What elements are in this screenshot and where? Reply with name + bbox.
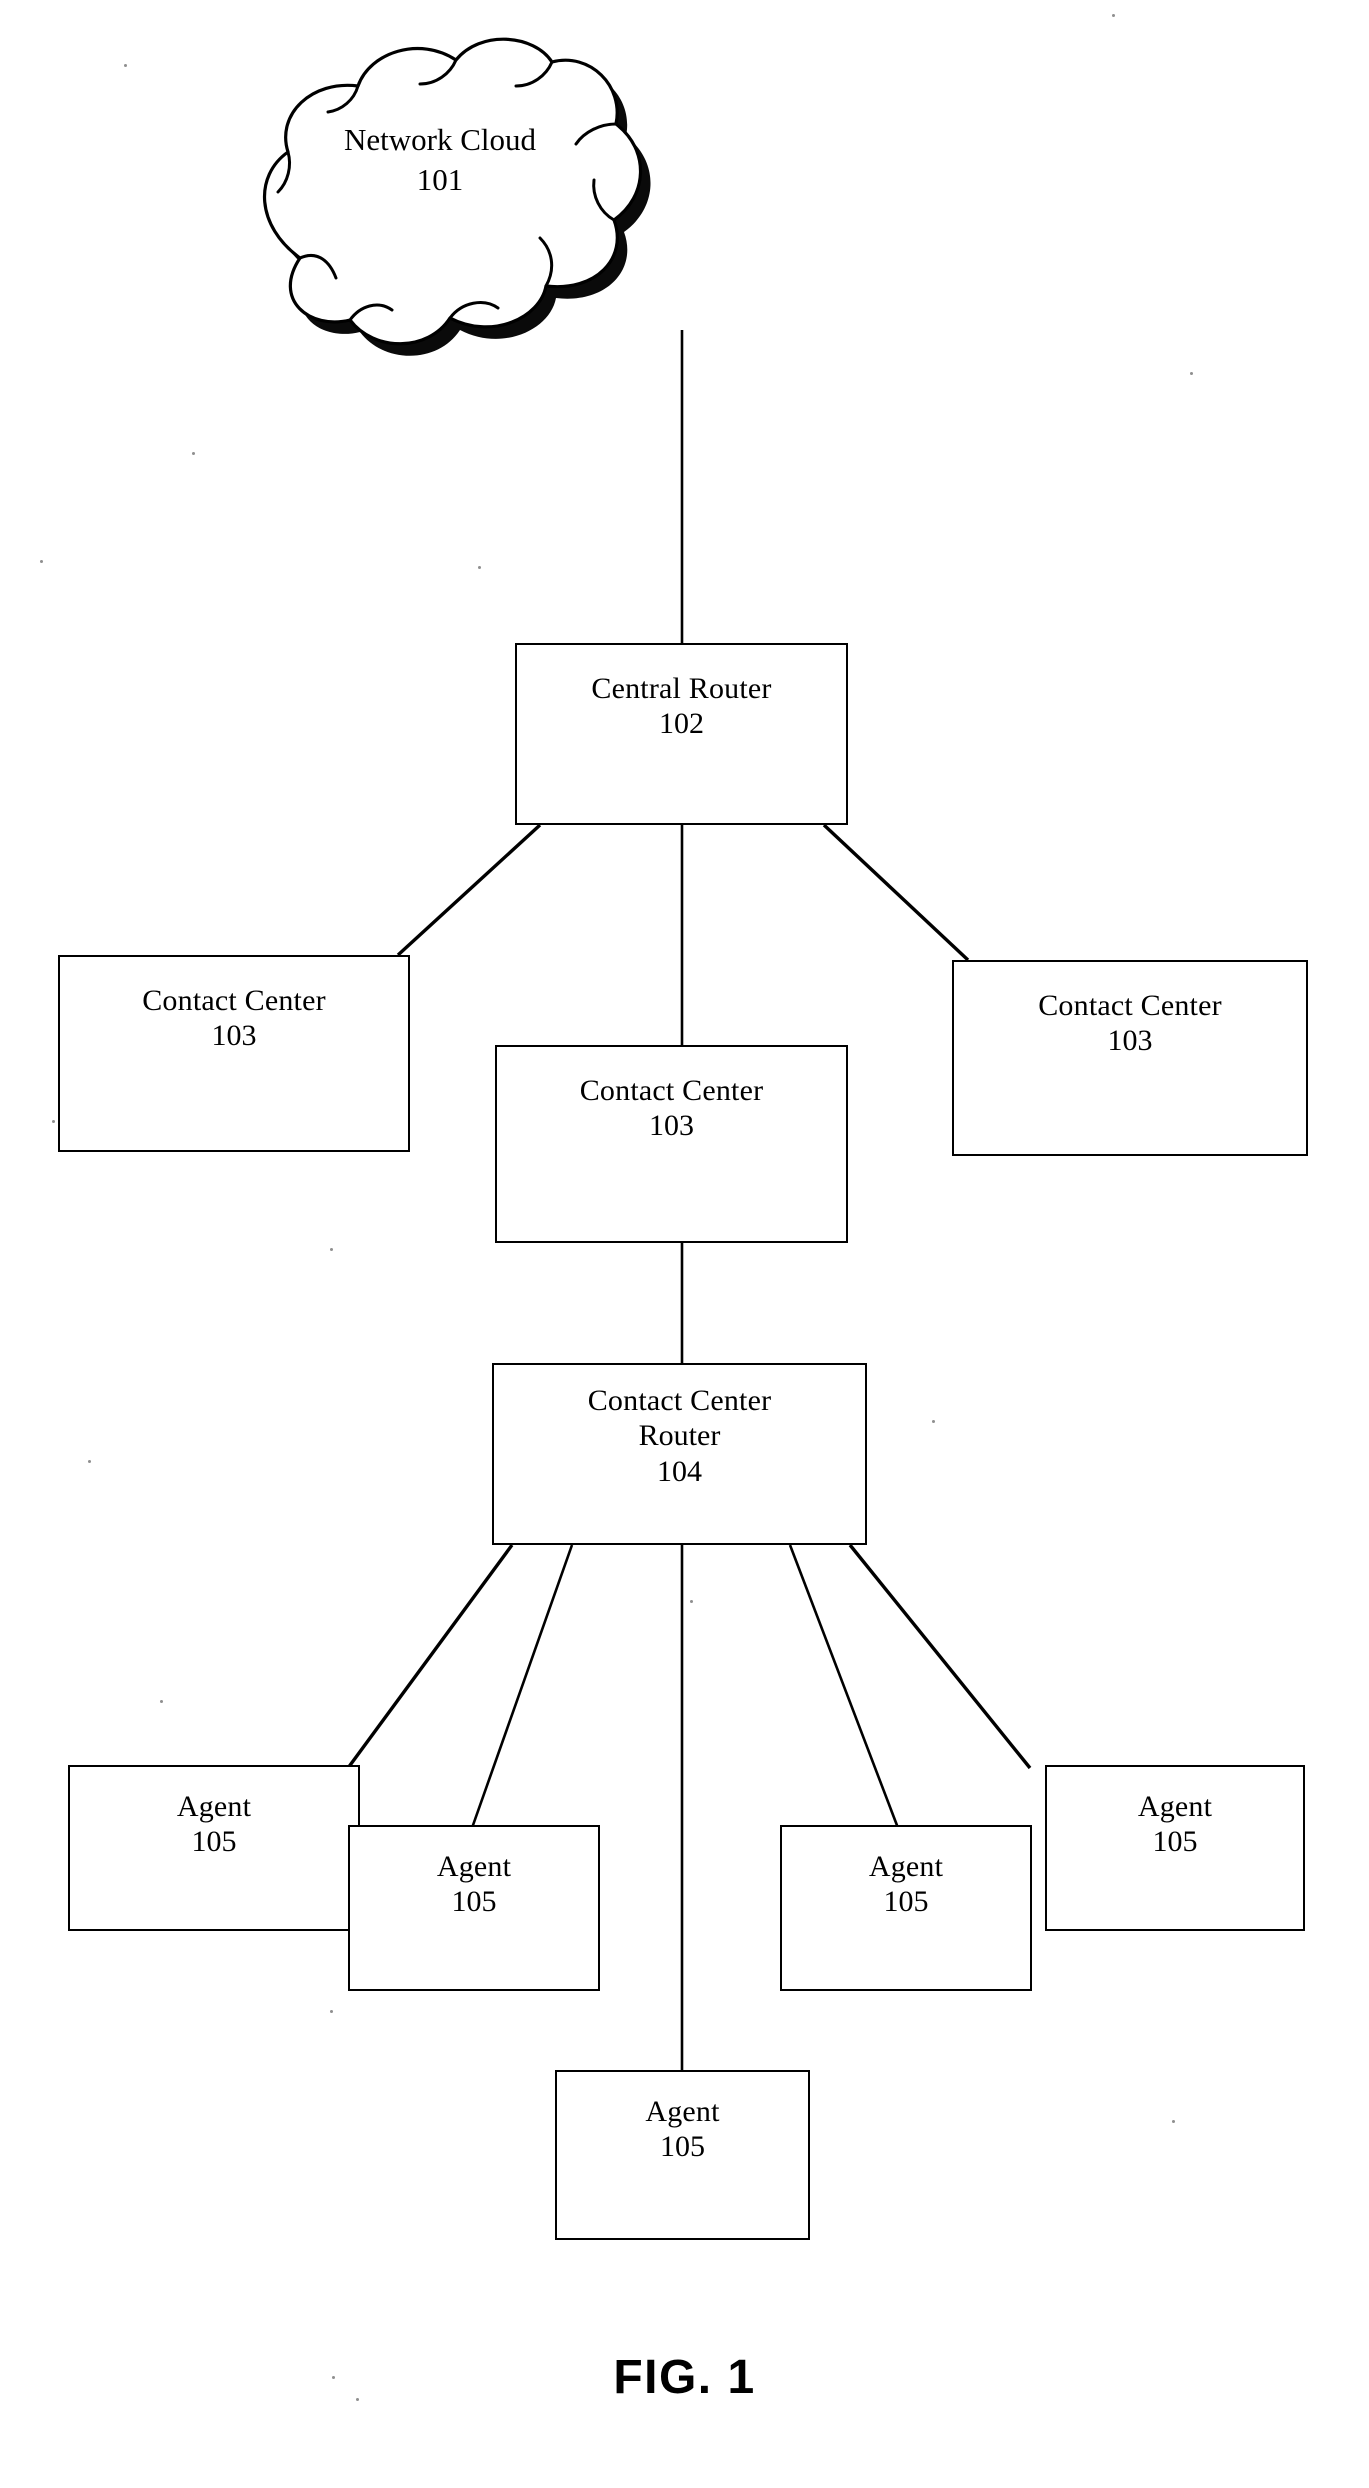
network-cloud-label: Network Cloud 101 bbox=[225, 120, 655, 201]
agent-5-title: Agent bbox=[645, 2095, 720, 2128]
central-router-title: Central Router bbox=[591, 672, 772, 705]
agent-1-ref: 105 bbox=[191, 1825, 237, 1859]
scan-speck bbox=[160, 1700, 163, 1703]
agent-1-title: Agent bbox=[176, 1790, 252, 1823]
node-contact-center-right[interactable]: Contact Center 103 bbox=[952, 960, 1308, 1156]
node-agent-5[interactable]: Agent 105 bbox=[555, 2070, 810, 2240]
node-contact-center-middle[interactable]: Contact Center 103 bbox=[495, 1045, 848, 1243]
scan-speck bbox=[330, 1248, 333, 1251]
link-central-router-to-contact-center-right bbox=[822, 823, 970, 962]
agent-5-ref: 105 bbox=[660, 2130, 705, 2164]
contact-center-left-ref: 103 bbox=[211, 1019, 257, 1053]
central-router-ref: 102 bbox=[659, 707, 704, 741]
node-contact-center-router[interactable]: Contact Center Router 104 bbox=[492, 1363, 867, 1545]
scan-speck bbox=[478, 566, 481, 569]
scan-speck bbox=[1190, 372, 1193, 375]
contact-center-router-ref: 104 bbox=[657, 1454, 702, 1488]
scan-speck bbox=[124, 64, 127, 67]
scan-speck bbox=[192, 452, 195, 455]
contact-center-right-title: Contact Center bbox=[1038, 989, 1222, 1022]
node-agent-1[interactable]: Agent 105 bbox=[68, 1765, 360, 1931]
scan-speck bbox=[88, 1460, 91, 1463]
node-agent-2[interactable]: Agent 105 bbox=[348, 1825, 600, 1991]
node-agent-4[interactable]: Agent 105 bbox=[1045, 1765, 1305, 1931]
agent-3-title: Agent bbox=[868, 1850, 944, 1883]
node-central-router[interactable]: Central Router 102 bbox=[515, 643, 848, 825]
network-cloud-title: Network Cloud bbox=[343, 122, 536, 157]
contact-center-left-title: Contact Center bbox=[142, 984, 326, 1017]
contact-center-middle-ref: 103 bbox=[649, 1109, 694, 1143]
agent-2-ref: 105 bbox=[451, 1885, 497, 1919]
scan-speck bbox=[1112, 14, 1115, 17]
agent-3-ref: 105 bbox=[883, 1885, 929, 1919]
contact-center-right-ref: 103 bbox=[1107, 1024, 1153, 1058]
node-contact-center-left[interactable]: Contact Center 103 bbox=[58, 955, 410, 1152]
agent-2-title: Agent bbox=[436, 1850, 512, 1883]
link-central-router-to-contact-center-left bbox=[396, 823, 542, 957]
scan-speck bbox=[690, 1600, 693, 1603]
link-router-to-agent-4 bbox=[848, 1543, 1032, 1770]
contact-center-middle-title: Contact Center bbox=[579, 1074, 764, 1107]
link-router-to-agent-2 bbox=[470, 1544, 574, 1829]
scan-speck bbox=[330, 2010, 333, 2013]
scan-speck bbox=[1172, 2120, 1175, 2123]
figure-caption: FIG. 1 bbox=[613, 2351, 756, 2404]
scan-speck bbox=[932, 1420, 935, 1423]
agent-4-ref: 105 bbox=[1152, 1825, 1198, 1859]
network-cloud-ref: 101 bbox=[416, 162, 464, 198]
agent-4-title: Agent bbox=[1137, 1790, 1213, 1823]
scan-speck bbox=[40, 560, 43, 563]
contact-center-router-title-line-1: Contact Center bbox=[587, 1384, 772, 1417]
link-router-to-agent-1 bbox=[346, 1543, 514, 1770]
scan-speck bbox=[52, 1120, 55, 1123]
link-router-to-agent-3 bbox=[788, 1544, 900, 1829]
contact-center-router-title-line-2: Router bbox=[638, 1419, 721, 1453]
node-agent-3[interactable]: Agent 105 bbox=[780, 1825, 1032, 1991]
patent-figure-page: Network Cloud 101 Central Router 102 Con… bbox=[0, 0, 1369, 2488]
